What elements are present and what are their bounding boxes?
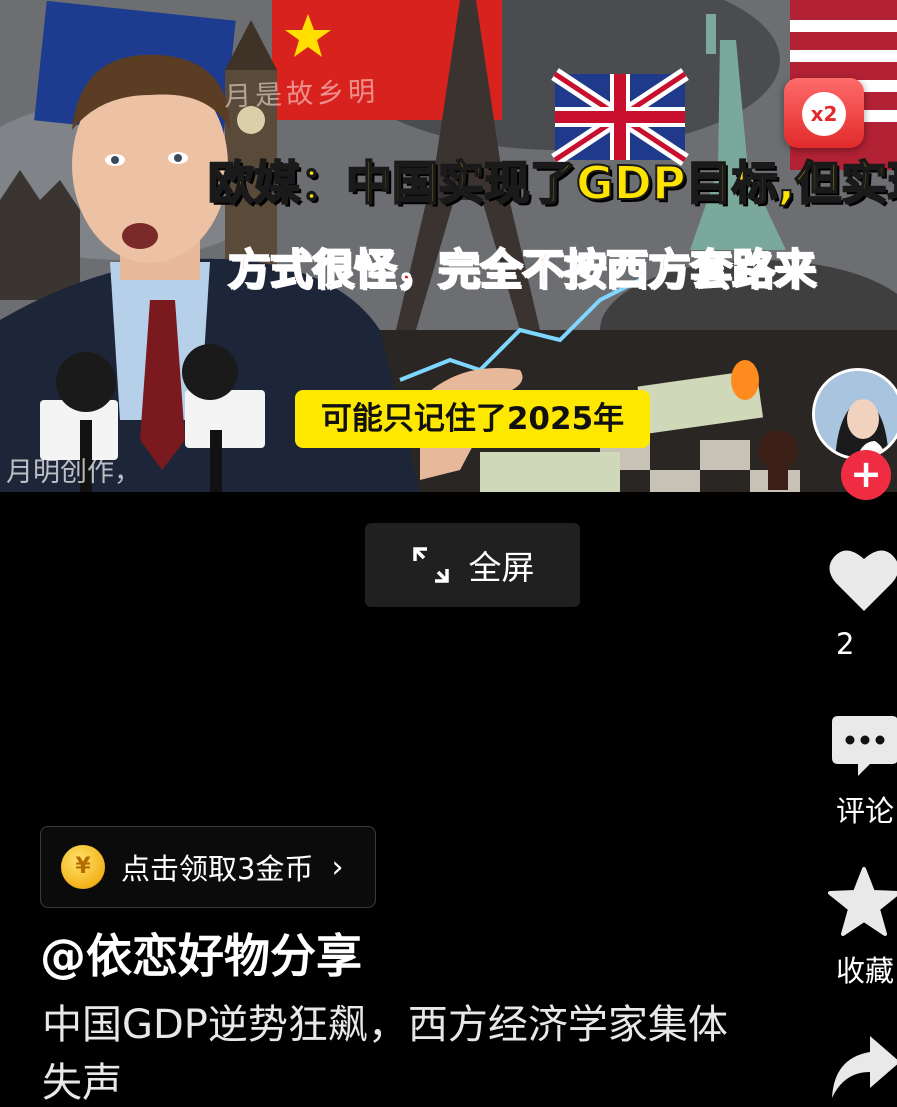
chevron-right-icon: › bbox=[331, 849, 344, 885]
share-button[interactable] bbox=[818, 1032, 897, 1104]
video-player[interactable]: 月是故乡明 欧媒：中国实现了GDP目标,但实现 方式很怪，完全不按西方套路来 可… bbox=[0, 0, 897, 492]
author-name[interactable]: @依恋好物分享 bbox=[40, 920, 362, 986]
favorite-button[interactable]: 收藏 bbox=[818, 866, 897, 990]
claim-coins-label: 点击领取3金币 bbox=[121, 852, 314, 886]
watermark-bottom: 月明创作， bbox=[6, 457, 141, 488]
comment-button[interactable]: 评论 bbox=[818, 712, 897, 830]
follow-button[interactable]: + bbox=[841, 450, 891, 500]
red-packet-button[interactable]: x2 bbox=[784, 78, 864, 148]
author-avatar[interactable] bbox=[812, 368, 897, 460]
comment-icon bbox=[832, 716, 897, 776]
like-count: 2 bbox=[836, 627, 855, 661]
heart-icon bbox=[829, 550, 897, 611]
red-packet-badge: x2 bbox=[802, 92, 846, 136]
like-button[interactable]: 2 bbox=[818, 545, 897, 661]
avatar-portrait-icon bbox=[815, 371, 897, 457]
video-headline-line2: 方式很怪，完全不按西方套路来 bbox=[227, 244, 817, 295]
star-icon bbox=[828, 867, 897, 936]
claim-coins-button[interactable]: ¥ 点击领取3金币 › bbox=[40, 826, 376, 908]
fullscreen-button[interactable]: 全屏 bbox=[365, 523, 580, 607]
share-icon bbox=[832, 1036, 897, 1098]
video-description: 中国GDP逆势狂飙，西方经济学家集体失声 bbox=[42, 1002, 728, 1106]
fullscreen-label: 全屏 bbox=[468, 548, 535, 587]
video-year-caption: 可能只记住了2025年 bbox=[295, 390, 650, 448]
expand-icon bbox=[412, 547, 449, 583]
coin-icon: ¥ bbox=[61, 845, 105, 889]
comment-label: 评论 bbox=[836, 794, 895, 828]
video-headline-line1: 欧媒：中国实现了GDP目标,但实现 bbox=[207, 155, 897, 211]
favorite-label: 收藏 bbox=[836, 954, 895, 988]
watermark-top: 月是故乡明 bbox=[223, 76, 380, 113]
